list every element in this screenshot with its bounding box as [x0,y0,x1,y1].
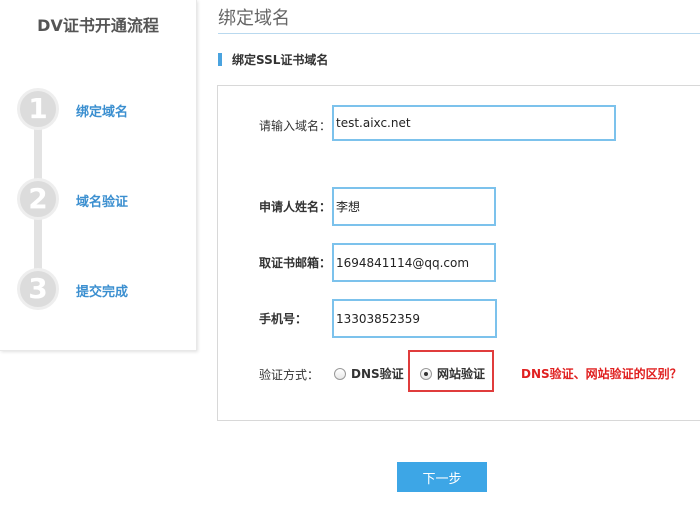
step-3-number: 3 [17,268,59,310]
process-sidebar: DV证书开通流程 1 绑定域名 2 域名验证 3 提交完成 [0,0,197,351]
domain-input[interactable] [332,105,616,141]
step-1-label[interactable]: 绑定域名 [76,101,128,120]
email-input[interactable] [332,243,496,282]
page-title: 绑定域名 [218,8,290,29]
domain-label: 请输入域名： [259,119,332,133]
dns-verify-option[interactable]: DNS验证 [334,365,404,382]
verify-method-label: 验证方式： [259,368,320,382]
dns-option-label: DNS验证 [351,367,404,381]
heading-divider [218,33,700,34]
website-radio-button[interactable] [420,367,432,380]
website-verify-option[interactable]: 网站验证 [420,365,485,382]
verify-difference-help-link[interactable]: DNS验证、网站验证的区别？ [521,365,682,382]
section-title: 绑定SSL证书域名 [232,53,329,67]
step-1-number: 1 [17,88,59,130]
dns-radio-button[interactable] [334,367,346,380]
section-marker [218,53,222,66]
website-option-label: 网站验证 [437,367,486,381]
step-2-number: 2 [17,178,59,220]
step-2-label[interactable]: 域名验证 [76,191,128,210]
phone-label: 手机号： [259,312,308,326]
applicant-name-label: 申请人姓名： [259,200,332,214]
applicant-name-input[interactable] [332,187,496,226]
next-step-button[interactable]: 下一步 [397,462,487,492]
email-label: 取证书邮箱： [259,256,332,270]
sidebar-title: DV证书开通流程 [37,16,159,35]
step-3-label[interactable]: 提交完成 [76,281,128,300]
phone-input[interactable] [332,299,497,338]
